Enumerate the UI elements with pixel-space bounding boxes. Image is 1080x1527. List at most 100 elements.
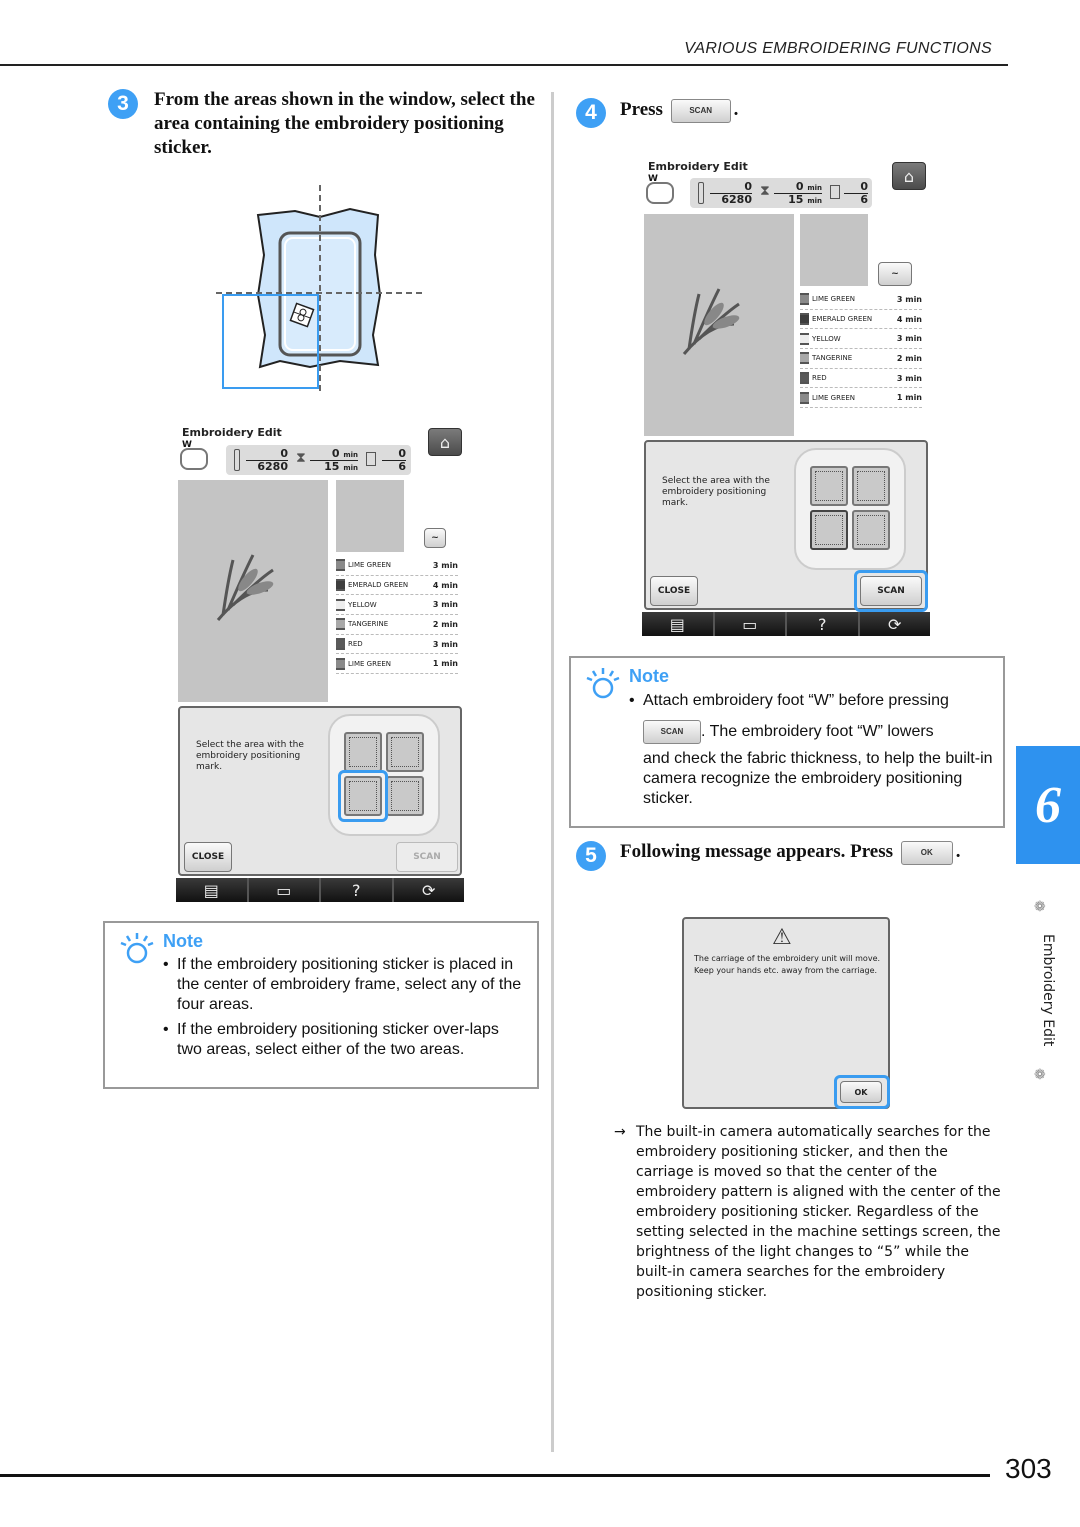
- note-bulb-icon: [120, 933, 154, 964]
- thread-spool-icon: [336, 598, 345, 611]
- area-top-left[interactable]: [810, 466, 848, 506]
- select-area-dialog: Select the area with the embroidery posi…: [644, 440, 928, 612]
- taskbar: ▤ ▭ ? ⟳: [176, 878, 464, 902]
- needle-icon: [234, 449, 240, 471]
- inline-scan-button: SCAN: [670, 98, 731, 123]
- step-3-text: From the areas shown in the window, sele…: [154, 89, 535, 158]
- header-rule: [0, 64, 1008, 66]
- spool-icon: [830, 185, 840, 199]
- lcd-screen-scan: Embroidery Edit W 0 6280 ⧗ 0 min 15 min …: [642, 158, 930, 638]
- thread-spool-icon: [336, 657, 345, 670]
- help-icon[interactable]: ?: [787, 612, 860, 636]
- page-number: 303: [1005, 1453, 1052, 1484]
- thread-row: LIME GREEN 1 min: [336, 654, 458, 675]
- stitch-current: 0: [246, 447, 288, 461]
- thread-spool-icon: [336, 618, 345, 631]
- color-total: 6: [398, 460, 406, 473]
- thread-spool-icon: [800, 372, 809, 385]
- settings-icon[interactable]: ⟳: [859, 612, 930, 636]
- machine-icon[interactable]: ▭: [714, 612, 787, 636]
- thread-row: RED 3 min: [800, 369, 922, 389]
- area-bottom-right[interactable]: [386, 776, 424, 816]
- thread-spool-icon: [336, 559, 345, 572]
- area-bottom-right[interactable]: [852, 510, 890, 550]
- selected-area-highlight: [338, 770, 388, 822]
- thread-list: LIME GREEN 3 min EMERALD GREEN 4 min YELLO…: [336, 556, 458, 675]
- close-button[interactable]: CLOSE: [650, 576, 698, 606]
- page-icon[interactable]: ▤: [642, 612, 715, 636]
- inline-scan-button: SCAN: [643, 720, 701, 744]
- time-current: 0: [795, 180, 804, 193]
- scan-button[interactable]: SCAN: [396, 842, 458, 872]
- home-button[interactable]: ⌂: [428, 428, 462, 456]
- presser-foot-icon: [646, 182, 674, 204]
- chapter-tab[interactable]: 6: [1016, 746, 1080, 864]
- hoop-diagram: [328, 714, 440, 836]
- step-5-number: 5: [576, 841, 606, 871]
- step-4-text: Press SCAN.: [620, 98, 738, 123]
- embroidery-pattern-icon: [216, 554, 274, 621]
- close-button[interactable]: CLOSE: [184, 842, 232, 872]
- area-top-right[interactable]: [852, 466, 890, 506]
- hourglass-icon: ⧗: [296, 450, 306, 466]
- thread-row: LIME GREEN 3 min: [800, 290, 922, 310]
- inline-ok-button: OK: [900, 840, 953, 865]
- time-current: 0: [331, 447, 340, 460]
- step-3-number: 3: [108, 89, 138, 119]
- thread-row: EMERALD GREEN 4 min: [336, 576, 458, 596]
- hourglass-icon: ⧗: [760, 183, 770, 199]
- pattern-preview: [644, 214, 794, 436]
- spool-icon: [366, 452, 376, 466]
- area-top-left[interactable]: [344, 732, 382, 772]
- thread-spool-icon: [800, 332, 809, 345]
- ok-button-highlight: [834, 1075, 890, 1109]
- step-5-text: Following message appears. Press OK.: [620, 840, 961, 865]
- thread-row: LIME GREEN 3 min: [336, 556, 458, 576]
- dialog-message: Select the area with the embroidery posi…: [196, 740, 304, 772]
- note-bulb-icon: [586, 668, 620, 699]
- stitch-view-button[interactable]: ~: [424, 528, 446, 548]
- pattern-thumbnail: [336, 480, 404, 552]
- result-text: The built-in camera automatically search…: [636, 1124, 1001, 1300]
- thread-row: YELLOW 3 min: [800, 329, 922, 350]
- chapter-label: Embroidery Edit: [1040, 933, 1056, 1047]
- home-button[interactable]: ⌂: [892, 162, 926, 190]
- page-icon[interactable]: ▤: [176, 878, 249, 902]
- column-divider: [551, 92, 554, 1452]
- thread-row: LIME GREEN 1 min: [800, 388, 922, 409]
- thread-list: LIME GREEN 3 min EMERALD GREEN 4 min YELLO…: [800, 290, 922, 409]
- color-total: 6: [860, 193, 868, 206]
- result-arrow: →: [614, 1124, 626, 1140]
- thread-row: TANGERINE 2 min: [336, 615, 458, 635]
- color-current: 0: [844, 180, 868, 194]
- stats-bar: 0 6280 ⧗ 0 min 15 min 0 6: [226, 445, 411, 475]
- taskbar: ▤ ▭ ? ⟳: [642, 612, 930, 636]
- thread-spool-icon: [336, 638, 345, 651]
- stitch-total: 6280: [257, 460, 288, 473]
- settings-icon[interactable]: ⟳: [393, 878, 464, 902]
- thread-spool-icon: [336, 579, 345, 592]
- needle-icon: [698, 182, 704, 204]
- note-item: • If the embroidery positioning sticker i…: [163, 956, 522, 1013]
- machine-icon[interactable]: ▭: [248, 878, 321, 902]
- note-title: Note: [163, 931, 203, 951]
- hoop-diagram: [794, 448, 906, 570]
- stitch-view-button[interactable]: ~: [878, 262, 912, 286]
- help-icon[interactable]: ?: [321, 878, 394, 902]
- time-total: 15: [788, 193, 804, 206]
- thread-row: RED 3 min: [336, 635, 458, 655]
- home-icon: ⌂: [439, 432, 451, 452]
- thread-row: TANGERINE 2 min: [800, 349, 922, 369]
- area-bottom-left-selected[interactable]: [810, 510, 848, 550]
- warning-message: The carriage of the embroidery unit will…: [694, 954, 881, 975]
- warning-icon: ⚠: [772, 925, 792, 950]
- note-box-left: Note • If the embroidery positioning stic…: [103, 921, 539, 1089]
- thread-spool-icon: [800, 313, 809, 326]
- ornament-icon: ❁: [1034, 1066, 1046, 1082]
- area-top-right[interactable]: [386, 732, 424, 772]
- note-item: • Attach embroidery foot “W” before press…: [629, 692, 949, 709]
- select-area-dialog: Select the area with the embroidery posi…: [178, 706, 462, 876]
- screen-title: Embroidery Edit: [648, 160, 748, 173]
- time-total: 15: [324, 460, 340, 473]
- stats-bar: 0 6280 ⧗ 0 min 15 min 0 6: [690, 178, 872, 208]
